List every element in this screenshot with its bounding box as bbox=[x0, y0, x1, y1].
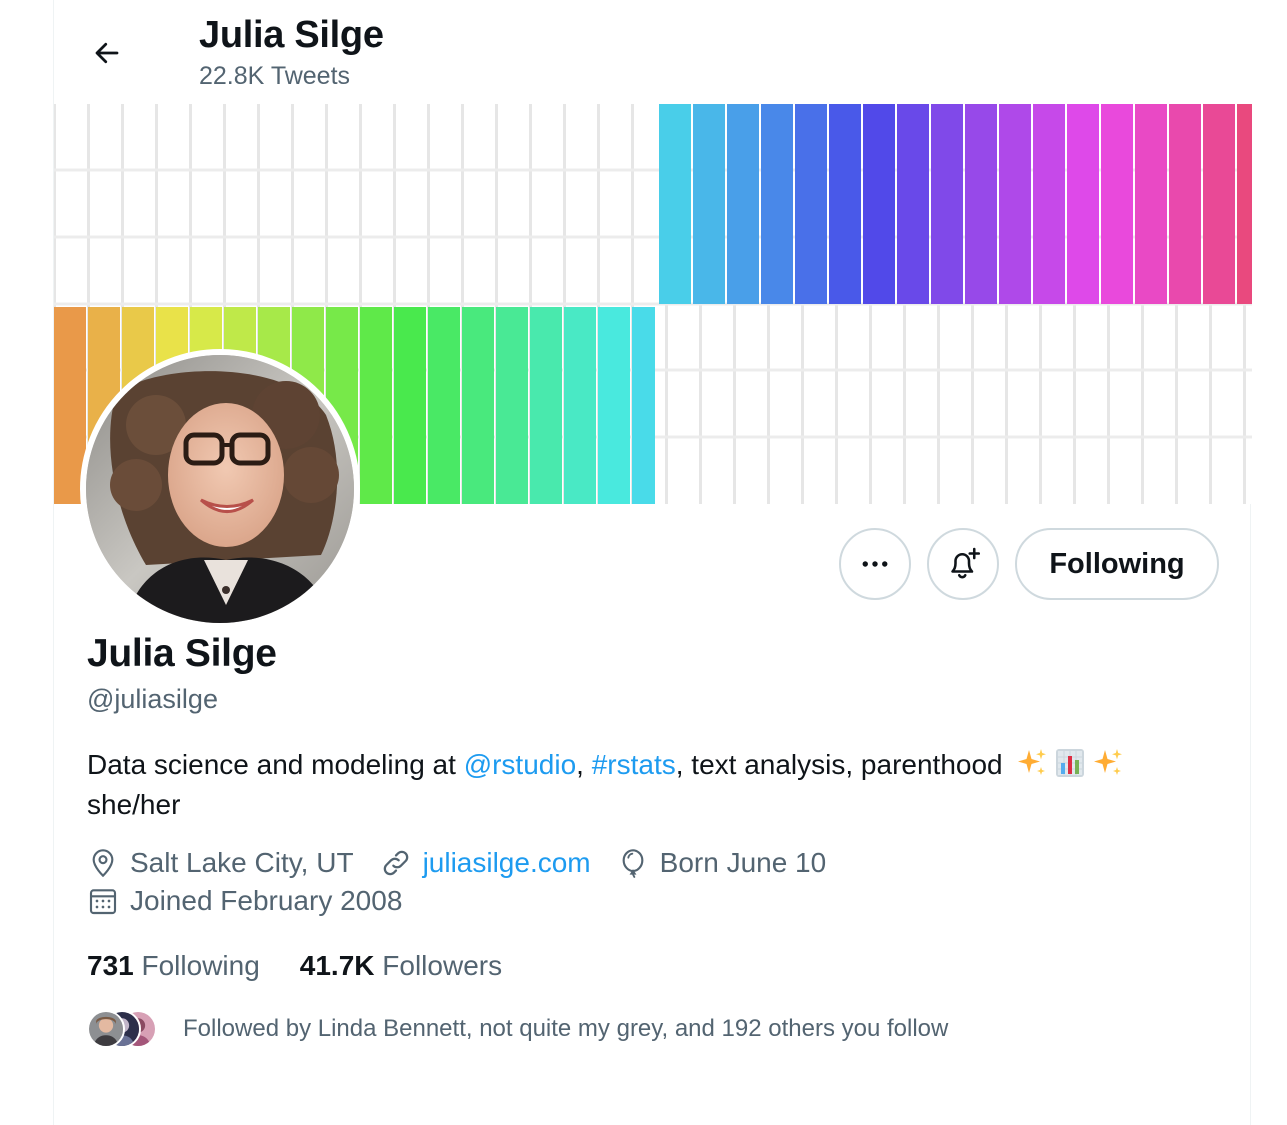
profile-column: Julia Silge 22.8K Tweets Following Julia… bbox=[53, 0, 1252, 1125]
banner-stripe bbox=[727, 104, 759, 304]
banner-stripe bbox=[829, 104, 861, 304]
back-button[interactable] bbox=[84, 30, 130, 76]
avatar-photo bbox=[86, 355, 354, 623]
banner-stripe bbox=[496, 307, 528, 504]
location-pin-icon bbox=[92, 849, 114, 878]
banner-stripe bbox=[897, 104, 929, 304]
bell-plus-icon bbox=[951, 547, 981, 579]
banner-stripe bbox=[564, 307, 596, 504]
header-name: Julia Silge bbox=[199, 14, 384, 56]
banner-stripe bbox=[1033, 104, 1065, 304]
more-button[interactable] bbox=[839, 528, 911, 600]
following-count: 731 bbox=[87, 950, 134, 981]
bio-text: Data science and modeling at bbox=[87, 749, 464, 780]
profile-meta: Salt Lake City, UT juliasilge.com Born J… bbox=[87, 847, 852, 879]
banner-stripe bbox=[360, 307, 392, 504]
pronouns: she/her bbox=[87, 789, 181, 820]
bio: Data science and modeling at @rstudio, #… bbox=[87, 745, 1237, 825]
link-icon bbox=[383, 850, 408, 876]
bio-separator: , bbox=[576, 749, 592, 780]
sparkles-icon bbox=[1092, 747, 1124, 779]
banner-stripe bbox=[1237, 104, 1252, 304]
bio-text-suffix: , text analysis, parenthood bbox=[675, 749, 1003, 780]
banner-stripe bbox=[530, 307, 562, 504]
tweet-count: 22.8K Tweets bbox=[199, 62, 351, 90]
location-item: Salt Lake City, UT bbox=[87, 847, 354, 879]
profile-meta-row2: Joined February 2008 bbox=[87, 885, 428, 917]
banner-stripe bbox=[863, 104, 895, 304]
banner-stripe bbox=[1135, 104, 1167, 304]
followed-by-avatars bbox=[87, 1010, 157, 1048]
user-handle: @juliasilge bbox=[87, 684, 218, 714]
followed-by-text: Followed by Linda Bennett, not quite my … bbox=[183, 1015, 949, 1042]
followed-by[interactable]: Followed by Linda Bennett, not quite my … bbox=[87, 1010, 948, 1048]
joined-text: Joined February 2008 bbox=[130, 885, 403, 916]
banner-stripe bbox=[693, 104, 725, 304]
mention-link[interactable]: @rstudio bbox=[464, 749, 576, 780]
display-name: Julia Silge bbox=[87, 632, 277, 675]
avatar bbox=[87, 1010, 125, 1048]
back-arrow-icon bbox=[95, 42, 119, 64]
banner-stripe bbox=[428, 307, 460, 504]
banner-stripe bbox=[598, 307, 630, 504]
followers-stat[interactable]: 41.7K Followers bbox=[300, 950, 502, 982]
birthday-text: Born June 10 bbox=[659, 847, 827, 878]
banner-stripe bbox=[965, 104, 997, 304]
banner-stripe bbox=[462, 307, 494, 504]
location-text: Salt Lake City, UT bbox=[130, 847, 354, 878]
sparkles-icon bbox=[1016, 747, 1048, 779]
birthday-item: Born June 10 bbox=[617, 847, 827, 879]
website-item: juliasilge.com bbox=[380, 847, 591, 879]
banner-stripe bbox=[1101, 104, 1133, 304]
followers-count: 41.7K bbox=[299, 950, 375, 981]
banner-stripe bbox=[1203, 104, 1235, 304]
notifications-button[interactable] bbox=[927, 528, 999, 600]
following-button[interactable]: Following bbox=[1015, 528, 1219, 600]
banner-stripe bbox=[931, 104, 963, 304]
banner-stripe bbox=[761, 104, 793, 304]
following-label: Following bbox=[141, 950, 260, 981]
followers-label: Followers bbox=[382, 950, 503, 981]
balloon-icon bbox=[622, 849, 644, 878]
banner-stripe bbox=[1169, 104, 1201, 304]
more-icon bbox=[862, 561, 888, 567]
top-bar: Julia Silge 22.8K Tweets bbox=[54, 0, 1252, 104]
following-stat[interactable]: 731 Following bbox=[87, 950, 260, 982]
calendar-icon bbox=[89, 889, 117, 915]
banner-stripe bbox=[999, 104, 1031, 304]
hashtag-link[interactable]: #rstats bbox=[592, 749, 676, 780]
joined-item: Joined February 2008 bbox=[87, 885, 402, 917]
follow-stats: 731 Following 41.7K Followers bbox=[87, 950, 542, 982]
banner-stripe bbox=[1067, 104, 1099, 304]
banner-stripe bbox=[659, 104, 691, 304]
banner-stripe bbox=[632, 307, 655, 504]
banner-stripe bbox=[394, 307, 426, 504]
bar-chart-icon bbox=[1054, 747, 1086, 779]
profile-avatar[interactable] bbox=[80, 349, 360, 629]
banner-stripe bbox=[795, 104, 827, 304]
website-link[interactable]: juliasilge.com bbox=[423, 847, 591, 879]
